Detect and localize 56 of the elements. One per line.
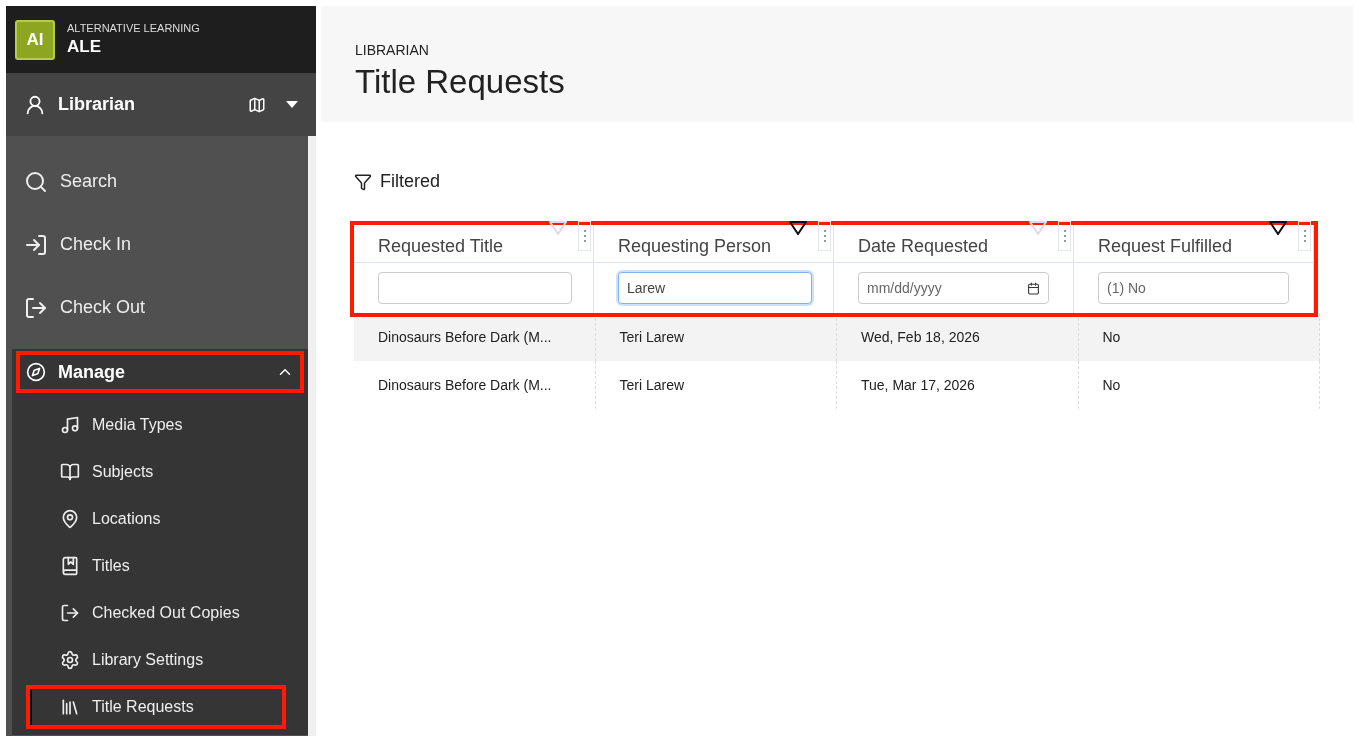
role-label: Librarian bbox=[58, 93, 137, 116]
table-cell-text: Tue, Mar 17, 2026 bbox=[861, 375, 975, 395]
brand-logo: AI bbox=[15, 19, 55, 60]
table-cell-text: Wed, Feb 18, 2026 bbox=[861, 327, 980, 347]
sidebar-subitem[interactable]: Locations bbox=[28, 499, 284, 539]
column-menu-handle[interactable] bbox=[818, 221, 831, 251]
column-header[interactable]: Date Requested bbox=[858, 233, 989, 260]
map-icon bbox=[248, 95, 266, 114]
column-menu-handle[interactable] bbox=[1298, 221, 1311, 251]
sidebar-item[interactable]: Search bbox=[6, 150, 308, 213]
compass-icon bbox=[26, 362, 46, 382]
column-menu-handle[interactable] bbox=[1058, 221, 1071, 251]
table-cell-text: No bbox=[1102, 375, 1121, 395]
search-icon bbox=[24, 169, 48, 194]
date-filter-field[interactable]: mm/dd/yyyy bbox=[858, 272, 1049, 304]
filter-input[interactable] bbox=[378, 272, 572, 304]
sidebar-item[interactable]: Check In bbox=[6, 213, 308, 276]
sidebar-subitem[interactable]: Title Requests bbox=[28, 687, 284, 727]
page-title: Title Requests bbox=[355, 62, 566, 102]
sidebar-subitem[interactable]: Media Types bbox=[28, 405, 284, 445]
table-cell-text: Teri Larew bbox=[619, 327, 685, 347]
door-arrow-icon bbox=[24, 232, 48, 257]
page-overline: LIBRARIAN bbox=[355, 41, 430, 60]
calendar-icon bbox=[1027, 281, 1040, 295]
sidebar-item[interactable]: Manage bbox=[18, 353, 302, 391]
gear-icon bbox=[60, 650, 80, 670]
column-header[interactable]: Request Fulfilled bbox=[1098, 233, 1233, 260]
brand-name: ALE bbox=[67, 35, 102, 57]
filter-icon bbox=[354, 172, 372, 191]
filter-icon[interactable] bbox=[1269, 221, 1287, 235]
person-icon bbox=[24, 93, 46, 116]
table-cell-text: No bbox=[1102, 327, 1121, 347]
caret-icon bbox=[286, 100, 298, 109]
map-pin-icon bbox=[60, 509, 80, 529]
music-note-icon bbox=[60, 415, 80, 435]
filter-status: Filtered bbox=[380, 170, 441, 193]
sidebar-subitem[interactable]: Subjects bbox=[28, 452, 284, 492]
filter-select[interactable]: (1) No bbox=[1098, 272, 1289, 304]
table-row[interactable]: Dinosaurs Before Dark (M... Teri Larew Wed, Feb 18, 2026 No bbox=[354, 313, 1320, 361]
table-cell-text: Dinosaurs Before Dark (M... bbox=[378, 375, 552, 395]
library-icon bbox=[60, 697, 80, 717]
table-cell-text: Dinosaurs Before Dark (M... bbox=[378, 327, 552, 347]
role-dropdown-button[interactable] bbox=[286, 100, 298, 109]
book-icon bbox=[60, 462, 80, 482]
sidebar-item[interactable]: Check Out bbox=[6, 276, 308, 339]
column-header[interactable]: Requesting Person bbox=[618, 233, 772, 260]
column-header[interactable]: Requested Title bbox=[378, 233, 504, 260]
sidebar-subitem[interactable]: Library Settings bbox=[28, 640, 284, 680]
sidebar-subitem[interactable]: Checked Out Copies bbox=[28, 593, 284, 633]
column-menu-handle[interactable] bbox=[578, 221, 591, 251]
filter-icon[interactable] bbox=[789, 221, 807, 235]
table-cell-text: Teri Larew bbox=[619, 375, 685, 395]
brand-tagline: ALTERNATIVE LEARNING bbox=[67, 22, 200, 36]
filter-input[interactable]: Larew bbox=[618, 272, 812, 304]
books-icon bbox=[60, 556, 80, 576]
sidebar-subitem[interactable]: Titles bbox=[28, 546, 284, 586]
